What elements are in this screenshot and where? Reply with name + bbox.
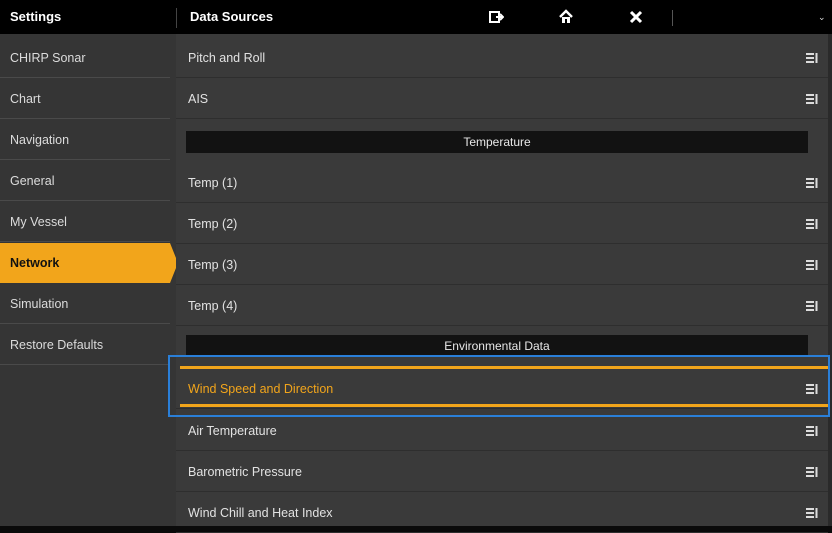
- chevron-down-icon[interactable]: ⌄: [818, 0, 826, 34]
- list-item-air-temperature[interactable]: Air Temperature: [176, 411, 828, 451]
- selection-line-bottom: [180, 404, 828, 407]
- list-item-label: Air Temperature: [188, 423, 277, 438]
- list-item-pitch-and-roll[interactable]: Pitch and Roll: [176, 38, 828, 78]
- list-item-label: Temp (1): [188, 175, 238, 190]
- list-item-label: Temp (2): [188, 216, 238, 231]
- list-menu-icon[interactable]: [806, 177, 818, 189]
- list-menu-icon[interactable]: [806, 52, 818, 64]
- section-header-temperature: Temperature: [186, 131, 808, 153]
- list-item-label: Temp (3): [188, 257, 238, 272]
- header-divider: [176, 8, 177, 28]
- menu-item-network[interactable]: Network: [0, 243, 170, 283]
- home-icon[interactable]: [546, 0, 586, 34]
- settings-menu: CHIRP Sonar Chart Navigation General My …: [0, 34, 178, 526]
- list-item-label: Wind Chill and Heat Index: [188, 505, 333, 520]
- list-item-wind-chill-and-heat-index[interactable]: Wind Chill and Heat Index: [176, 493, 828, 533]
- list-item-label: Temp (4): [188, 298, 238, 313]
- section-header-environmental-data: Environmental Data: [186, 335, 808, 357]
- list-item-label: AIS: [188, 91, 209, 106]
- list-item-label: Barometric Pressure: [188, 464, 302, 479]
- menu-item-my-vessel[interactable]: My Vessel: [0, 202, 170, 242]
- list-item-temp-3[interactable]: Temp (3): [176, 245, 828, 285]
- list-menu-icon[interactable]: [806, 507, 818, 519]
- list-menu-icon[interactable]: [806, 300, 818, 312]
- list-menu-icon[interactable]: [806, 466, 818, 478]
- menu-item-restore-defaults[interactable]: Restore Defaults: [0, 325, 170, 365]
- menu-item-chart[interactable]: Chart: [0, 79, 170, 119]
- list-item-ais[interactable]: AIS: [176, 79, 828, 119]
- list-item-wind-speed-and-direction[interactable]: Wind Speed and Direction: [176, 369, 828, 409]
- list-item-temp-2[interactable]: Temp (2): [176, 204, 828, 244]
- menu-item-general[interactable]: General: [0, 161, 170, 201]
- page-title: Data Sources: [190, 9, 274, 24]
- exit-icon[interactable]: [476, 0, 516, 34]
- list-menu-icon[interactable]: [806, 383, 818, 395]
- data-sources-list: Pitch and Roll AIS Temperature Temp (1) …: [176, 34, 832, 533]
- menu-item-navigation[interactable]: Navigation: [0, 120, 170, 160]
- settings-title: Settings: [10, 9, 62, 24]
- top-bar: Settings Data Sources ⌄: [0, 0, 832, 34]
- list-menu-icon[interactable]: [806, 93, 818, 105]
- list-item-temp-4[interactable]: Temp (4): [176, 286, 828, 326]
- list-menu-icon[interactable]: [806, 425, 818, 437]
- header-divider-2: [672, 10, 673, 26]
- menu-item-simulation[interactable]: Simulation: [0, 284, 170, 324]
- list-item-barometric-pressure[interactable]: Barometric Pressure: [176, 452, 828, 492]
- list-item-temp-1[interactable]: Temp (1): [176, 163, 828, 203]
- scrollbar[interactable]: [828, 34, 832, 526]
- list-item-label: Pitch and Roll: [188, 50, 266, 65]
- menu-item-chirp-sonar[interactable]: CHIRP Sonar: [0, 38, 170, 78]
- list-menu-icon[interactable]: [806, 218, 818, 230]
- close-icon[interactable]: [616, 0, 656, 34]
- list-menu-icon[interactable]: [806, 259, 818, 271]
- list-item-label: Wind Speed and Direction: [188, 381, 334, 396]
